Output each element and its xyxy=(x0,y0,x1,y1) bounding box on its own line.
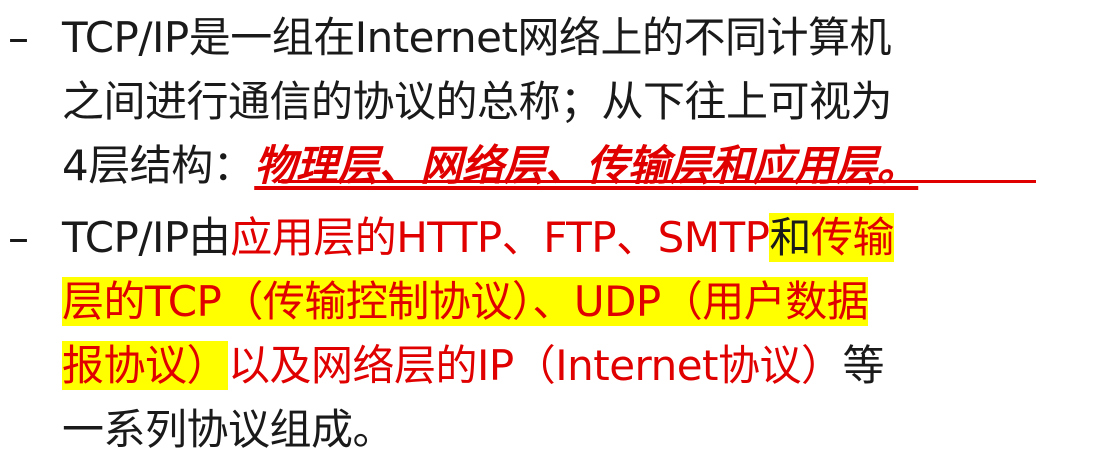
bullet-text: TCP/IP由应用层的HTTP、FTP、SMTP和传输 层的TCP（传输控制协议… xyxy=(62,206,1092,462)
text-line: 之间进行通信的协议的总称；从下往上可视为 xyxy=(62,77,893,126)
bullet-text: TCP/IP是一组在Internet网络上的不同计算机 之间进行通信的协议的总称… xyxy=(62,6,1092,198)
text-line: 一系列协议组成。 xyxy=(62,405,395,454)
text-run: 4层结构： xyxy=(62,141,255,190)
transport-layer-highlight: 报协议） xyxy=(62,341,229,390)
text-line: 报协议）以及网络层的IP（Internet协议）等 xyxy=(62,334,1092,398)
bullet-dash: – xyxy=(8,213,29,262)
red-underline-rule xyxy=(278,180,1036,183)
transport-layer-highlight: 层的TCP（传输控制协议）、UDP（用户数据 xyxy=(62,277,869,326)
text-run: 等 xyxy=(842,341,885,390)
application-layer-protocols: 应用层的HTTP、FTP、SMTP xyxy=(230,213,770,262)
text-line: 4层结构：物理层、网络层、传输层和应用层。 xyxy=(62,134,1092,198)
slide: – TCP/IP是一组在Internet网络上的不同计算机 之间进行通信的协议的… xyxy=(0,0,1102,454)
transport-layer-highlight: 传输 xyxy=(811,213,895,262)
text-run: TCP/IP由 xyxy=(62,213,231,262)
highlighted-text: 和 xyxy=(769,213,811,262)
network-layer-protocol: 以及网络层的IP（Internet协议） xyxy=(228,341,843,390)
text-line: TCP/IP是一组在Internet网络上的不同计算机 xyxy=(62,13,891,62)
bullet-dash: – xyxy=(8,13,29,62)
text-line: 层的TCP（传输控制协议）、UDP（用户数据 xyxy=(62,270,1092,334)
text-line: TCP/IP由应用层的HTTP、FTP、SMTP和传输 xyxy=(62,206,1092,270)
